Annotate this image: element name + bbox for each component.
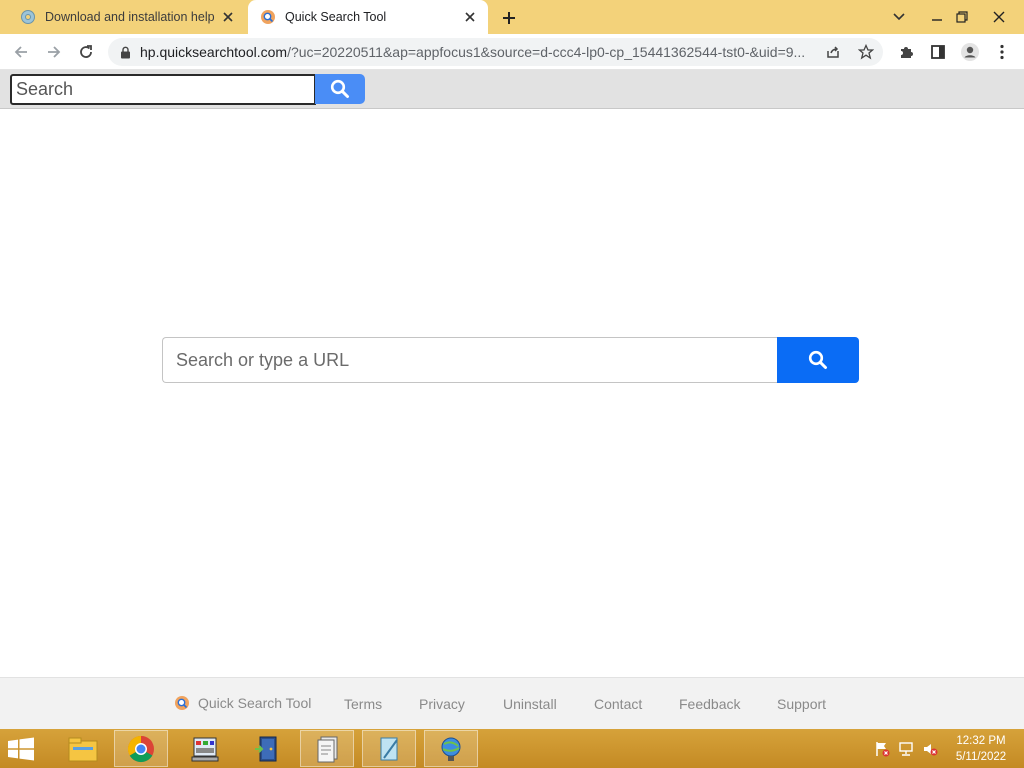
clock-time: 12:32 PM <box>956 735 1006 747</box>
page-footer: Quick Search Tool Terms Privacy Uninstal… <box>0 677 1024 729</box>
volume-muted-icon[interactable] <box>921 740 939 758</box>
tab-title: Quick Search Tool <box>285 10 387 24</box>
footer-link-privacy[interactable]: Privacy <box>419 696 465 712</box>
main-search-button[interactable] <box>777 337 859 383</box>
footer-link-contact[interactable]: Contact <box>594 696 642 712</box>
notepad-icon[interactable] <box>362 730 416 767</box>
gear-globe-icon <box>20 9 36 25</box>
share-icon[interactable] <box>823 42 843 62</box>
extension-search-input[interactable] <box>10 74 316 105</box>
search-icon <box>330 79 349 98</box>
main-search-box <box>162 337 859 383</box>
action-center-flag-icon[interactable] <box>873 740 891 758</box>
clock-date: 5/11/2022 <box>955 751 1007 763</box>
url-text: hp.quicksearchtool.com/?uc=20220511&ap=a… <box>140 44 830 60</box>
url-path: /?uc=20220511&ap=appfocus1&source=d-ccc4… <box>287 44 806 60</box>
extension-search-button[interactable] <box>315 74 365 104</box>
footer-link-feedback[interactable]: Feedback <box>679 696 740 712</box>
main-search-input[interactable] <box>162 337 778 383</box>
tab-search-chevron-icon[interactable] <box>882 0 916 34</box>
side-panel-icon[interactable] <box>926 40 950 64</box>
quick-search-tool-logo-icon <box>260 9 276 25</box>
control-panel-icon[interactable] <box>178 730 232 767</box>
tab-strip: Download and installation help Quick Sea… <box>0 0 1024 34</box>
windows-taskbar: 12:32 PM 5/11/2022 <box>0 729 1024 768</box>
reload-icon[interactable] <box>74 40 98 64</box>
back-arrow-icon[interactable] <box>9 40 33 64</box>
document-stack-icon[interactable] <box>300 730 354 767</box>
profile-avatar-icon[interactable] <box>958 40 982 64</box>
footer-brand-label: Quick Search Tool <box>198 695 312 711</box>
tab-quick-search-tool[interactable]: Quick Search Tool <box>248 0 488 34</box>
network-globe-icon[interactable] <box>424 730 478 767</box>
quick-search-tool-logo-icon <box>175 696 189 710</box>
url-host: hp.quicksearchtool.com <box>140 44 288 60</box>
extension-search-bar <box>0 70 1024 109</box>
close-tab-icon[interactable] <box>460 7 480 27</box>
lock-icon[interactable] <box>118 45 132 59</box>
address-bar[interactable]: hp.quicksearchtool.com/?uc=20220511&ap=a… <box>108 38 883 66</box>
extensions-puzzle-icon[interactable] <box>894 40 918 64</box>
new-tab-button[interactable] <box>498 7 520 29</box>
network-icon[interactable] <box>897 740 915 758</box>
footer-link-terms[interactable]: Terms <box>344 696 382 712</box>
forward-arrow-icon[interactable] <box>42 40 66 64</box>
tab-download-help[interactable]: Download and installation help <box>8 0 246 34</box>
menu-kebab-icon[interactable] <box>990 40 1014 64</box>
close-tab-icon[interactable] <box>218 7 238 27</box>
footer-brand[interactable]: Quick Search Tool <box>174 695 311 711</box>
bookmark-star-icon[interactable] <box>856 42 876 62</box>
close-window-icon[interactable] <box>982 0 1016 34</box>
tab-title: Download and installation help <box>45 10 215 24</box>
footer-link-support[interactable]: Support <box>777 696 826 712</box>
footer-link-uninstall[interactable]: Uninstall <box>503 696 557 712</box>
door-exit-icon[interactable] <box>240 730 294 767</box>
restore-icon[interactable] <box>945 0 979 34</box>
file-explorer-icon[interactable] <box>56 730 110 767</box>
chrome-icon[interactable] <box>114 730 168 767</box>
system-clock[interactable]: 12:32 PM 5/11/2022 <box>950 733 1012 765</box>
search-icon <box>808 350 827 369</box>
windows-start-icon[interactable] <box>6 737 40 761</box>
browser-toolbar: hp.quicksearchtool.com/?uc=20220511&ap=a… <box>0 34 1024 70</box>
